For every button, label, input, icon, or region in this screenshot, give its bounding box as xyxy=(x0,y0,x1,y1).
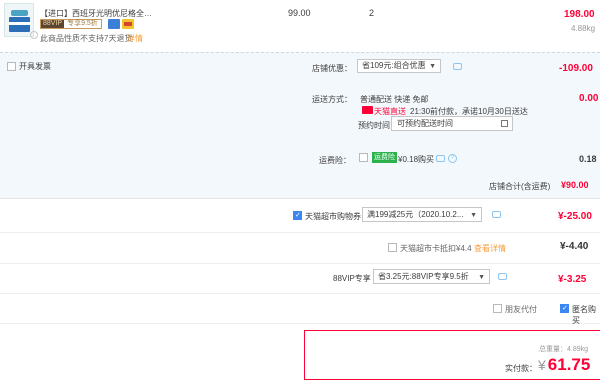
chevron-down-icon: ▼ xyxy=(429,63,436,70)
chevron-down-icon: ▼ xyxy=(470,212,477,219)
vip-amount: ¥-3.25 xyxy=(558,274,587,285)
coupon-amount: ¥-25.00 xyxy=(558,211,592,222)
product-image[interactable] xyxy=(4,3,34,37)
invoice-checkbox[interactable] xyxy=(7,62,16,71)
vip-row xyxy=(0,264,600,294)
vip-discount-tag: 88VIP 专享9.5折 xyxy=(40,19,102,29)
chat-bubble-icon[interactable] xyxy=(436,155,445,162)
shop-promo-value: 省109元:组合优惠 xyxy=(362,61,426,70)
service-badge-icon xyxy=(108,19,120,29)
coupon-label[interactable]: 天猫超市购物券 xyxy=(305,211,361,222)
coupon-select[interactable]: 满199减25元（2020.10.2... ▼ xyxy=(362,207,482,222)
quantity: 2 xyxy=(369,8,375,18)
friend-pay-checkbox[interactable] xyxy=(493,304,502,313)
chat-bubble-icon[interactable] xyxy=(453,63,462,70)
invoice-label[interactable]: 开具发票 xyxy=(19,61,51,72)
coupon-value: 满199减25元（2020.10.2... xyxy=(367,210,464,219)
shop-promo-label: 店铺优惠： xyxy=(312,64,352,73)
shipping-label: 运送方式： xyxy=(312,95,352,104)
return-detail-link[interactable]: 详情 xyxy=(127,33,143,44)
help-icon[interactable]: ? xyxy=(448,154,457,163)
shop-promo-select[interactable]: 省109元:组合优惠 ▼ xyxy=(357,59,441,73)
vip-label: 88VIP专享 xyxy=(333,274,371,283)
appointment-time-input[interactable]: 可预约配送时间 xyxy=(391,116,513,131)
shop-total-label: 店铺合计(含运费) xyxy=(489,182,551,191)
item-weight: 4.88kg xyxy=(571,24,596,33)
insurance-amount: 0.18 xyxy=(579,154,597,164)
insurance-label: 运费险： xyxy=(319,156,351,165)
anonymous-checkbox[interactable] xyxy=(560,304,569,313)
card-detail-link[interactable]: 查看详情 xyxy=(474,243,506,254)
shipping-cost: 0.00 xyxy=(579,93,599,104)
card-row xyxy=(0,233,600,264)
shop-promo-amount: -109.00 xyxy=(559,63,593,74)
shipping-method: 普通配送 快递 免邮 xyxy=(360,95,429,104)
currency-symbol: ¥ xyxy=(538,357,546,373)
appointment-label: 预约时间 xyxy=(358,121,390,130)
card-amount: ¥-4.40 xyxy=(560,241,589,252)
tmall-logo-icon xyxy=(362,106,373,114)
info-circle-icon xyxy=(30,31,38,39)
promo-badge-icon xyxy=(122,19,134,29)
product-title[interactable]: 【进口】西班牙光明优尼格全脂... xyxy=(40,8,152,19)
anonymous-label[interactable]: 匿名购买 xyxy=(572,304,600,326)
card-checkbox[interactable] xyxy=(388,243,397,252)
insurance-checkbox[interactable] xyxy=(359,153,368,162)
coupon-checkbox[interactable] xyxy=(293,211,302,220)
pay-amount-value: 61.75 xyxy=(547,355,591,374)
friend-pay-label[interactable]: 朋友代付 xyxy=(505,304,537,315)
vip-value: 省3.25元:88VIP专享9.5折 xyxy=(378,272,469,281)
pay-label: 实付款： xyxy=(505,364,537,373)
chevron-down-icon: ▼ xyxy=(478,274,485,281)
unit-price: 99.00 xyxy=(288,8,311,18)
insurance-price: ¥0.18购买 xyxy=(398,155,435,164)
no-return-notice: 此商品性质不支持7天退货 xyxy=(40,34,133,43)
item-subtotal: 198.00 xyxy=(564,9,595,20)
vip-offer-label: 专享9.5折 xyxy=(64,20,101,28)
card-label[interactable]: 天猫超市卡抵扣¥4.4 xyxy=(400,243,472,254)
calendar-icon xyxy=(501,120,508,127)
total-weight: 总重量：4.89kg xyxy=(539,346,589,353)
chat-bubble-icon[interactable] xyxy=(492,211,501,218)
chat-bubble-icon[interactable] xyxy=(498,273,507,280)
insurance-tag: 运费险 xyxy=(372,152,397,163)
vip-tag-label: 88VIP xyxy=(41,20,65,28)
pay-amount: ¥61.75 xyxy=(538,355,590,375)
shop-total-amount: ¥90.00 xyxy=(561,180,589,190)
appointment-placeholder: 可预约配送时间 xyxy=(397,119,453,128)
vip-select[interactable]: 省3.25元:88VIP专享9.5折 ▼ xyxy=(373,269,490,284)
